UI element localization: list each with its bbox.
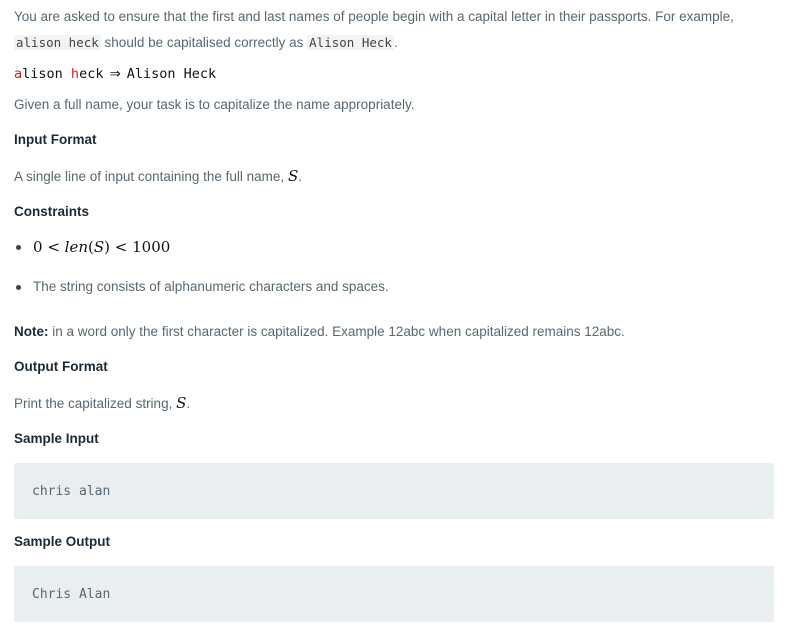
input-format-text: A single line of input containing the fu… [14,163,302,190]
bullet-dot-icon [16,245,21,250]
constraints-heading: Constraints [14,204,90,219]
constraint-length-formula: 0 < len(S) < 1000 [33,235,170,260]
output-format-period: . [186,396,191,411]
formula-variable: S [93,238,105,256]
intro-text-2: should be capitalised correctly as [100,35,308,50]
note-label: Note: [14,324,49,339]
output-format-text: Print the capitalized string, S. [14,390,190,417]
task-description: Given a full name, your task is to capit… [14,97,415,112]
formula-zero: 0 [33,238,43,256]
intro-code-result: Alison Heck [307,35,394,50]
input-format-heading: Input Format [14,132,97,147]
capitalization-example: alison heck ⇒ Alison Heck [14,63,216,85]
input-format-period: . [298,169,302,184]
intro-text-3: . [393,35,398,50]
intro-paragraph: You are asked to ensure that the first a… [14,4,774,56]
output-format-heading: Output Format [14,359,108,374]
note-text: in a word only the first character is ca… [48,324,625,339]
formula-len: len [64,238,88,256]
example-rest-2: eck [79,66,104,82]
constraint-characters: The string consists of alphanumeric char… [14,274,389,300]
example-first-letter-1: a [14,66,23,82]
intro-text-1: You are asked to ensure that the first a… [14,9,734,24]
sample-input-heading: Sample Input [14,431,99,446]
constraint-characters-text: The string consists of alphanumeric char… [33,279,389,294]
output-format-description: Print the capitalized string, [14,396,177,411]
example-first-letter-2: h [70,66,80,82]
sample-input-block: chris alan [14,463,774,519]
formula-less-than-1: < [42,238,65,256]
intro-code-example: alison heck [14,35,101,50]
sample-output-block: Chris Alan [14,566,774,622]
bullet-dot-icon [16,284,21,290]
output-format-variable: S [176,394,187,412]
implies-arrow-icon: ⇒ [109,66,121,82]
formula-max: 1000 [132,238,171,256]
input-format-variable: S [287,167,299,185]
sample-output-heading: Sample Output [14,534,111,549]
example-rest-1: lison [22,66,71,82]
constraint-length: 0 < len(S) < 1000 [14,235,170,260]
input-format-description: A single line of input containing the fu… [14,169,288,184]
example-result: Alison Heck [126,66,217,82]
formula-less-than-2: < [110,238,133,256]
note-paragraph: Note: in a word only the first character… [14,319,625,345]
